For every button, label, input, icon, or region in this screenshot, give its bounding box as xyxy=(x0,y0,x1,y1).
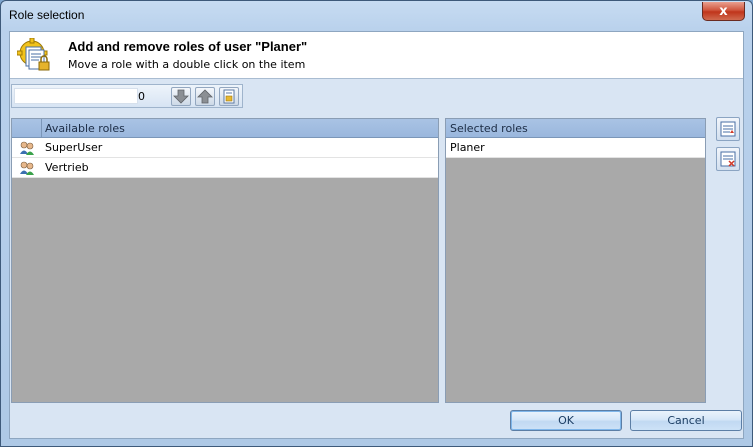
list-item-vertrieb[interactable]: Vertrieb xyxy=(12,158,438,178)
available-roles-header-label: Available roles xyxy=(45,122,125,135)
header-title: Add and remove roles of user "Planer" xyxy=(68,39,308,54)
close-button[interactable]: x xyxy=(702,2,745,21)
available-roles-header[interactable]: Available roles xyxy=(12,119,438,138)
item-count: 0 xyxy=(138,90,145,103)
filter-input[interactable] xyxy=(14,88,138,104)
ok-button[interactable]: OK xyxy=(510,410,622,431)
cancel-button[interactable]: Cancel xyxy=(630,410,742,431)
list-item-label: Planer xyxy=(450,141,485,154)
list-item-planer[interactable]: Planer xyxy=(446,138,705,158)
move-down-button[interactable] xyxy=(171,87,191,106)
icon-column-header[interactable] xyxy=(12,119,42,138)
add-role-icon xyxy=(720,121,736,137)
list-item-label: SuperUser xyxy=(45,141,103,154)
export-button[interactable] xyxy=(219,87,239,106)
move-down-icon xyxy=(173,89,189,104)
title-bar[interactable]: Role selection x xyxy=(1,1,752,31)
remove-role-icon xyxy=(720,151,736,167)
role-users-icon xyxy=(19,140,35,156)
add-role-button[interactable] xyxy=(716,117,740,141)
header-subtitle: Move a role with a double click on the i… xyxy=(68,58,306,71)
dialog-client-area: Add and remove roles of user "Planer" Mo… xyxy=(9,31,744,439)
move-up-button[interactable] xyxy=(195,87,215,106)
list-item-label: Vertrieb xyxy=(45,161,89,174)
role-users-icon xyxy=(19,160,35,176)
selected-roles-header-label: Selected roles xyxy=(450,122,528,135)
selected-roles-header[interactable]: Selected roles xyxy=(446,119,705,138)
filter-toolbar: 0 xyxy=(11,84,243,108)
roles-config-icon xyxy=(16,37,53,74)
available-roles-list[interactable]: Available roles SuperUser Vertrieb xyxy=(11,118,439,403)
remove-role-button[interactable] xyxy=(716,147,740,171)
list-item-superuser[interactable]: SuperUser xyxy=(12,138,438,158)
role-selection-window: Role selection x Add and remove roles of… xyxy=(0,0,753,447)
window-title: Role selection xyxy=(9,8,85,22)
move-up-icon xyxy=(197,89,213,104)
export-icon xyxy=(223,89,235,104)
dialog-header: Add and remove roles of user "Planer" Mo… xyxy=(10,32,743,79)
selected-roles-list[interactable]: Selected roles Planer xyxy=(445,118,706,403)
close-icon: x xyxy=(719,3,728,19)
